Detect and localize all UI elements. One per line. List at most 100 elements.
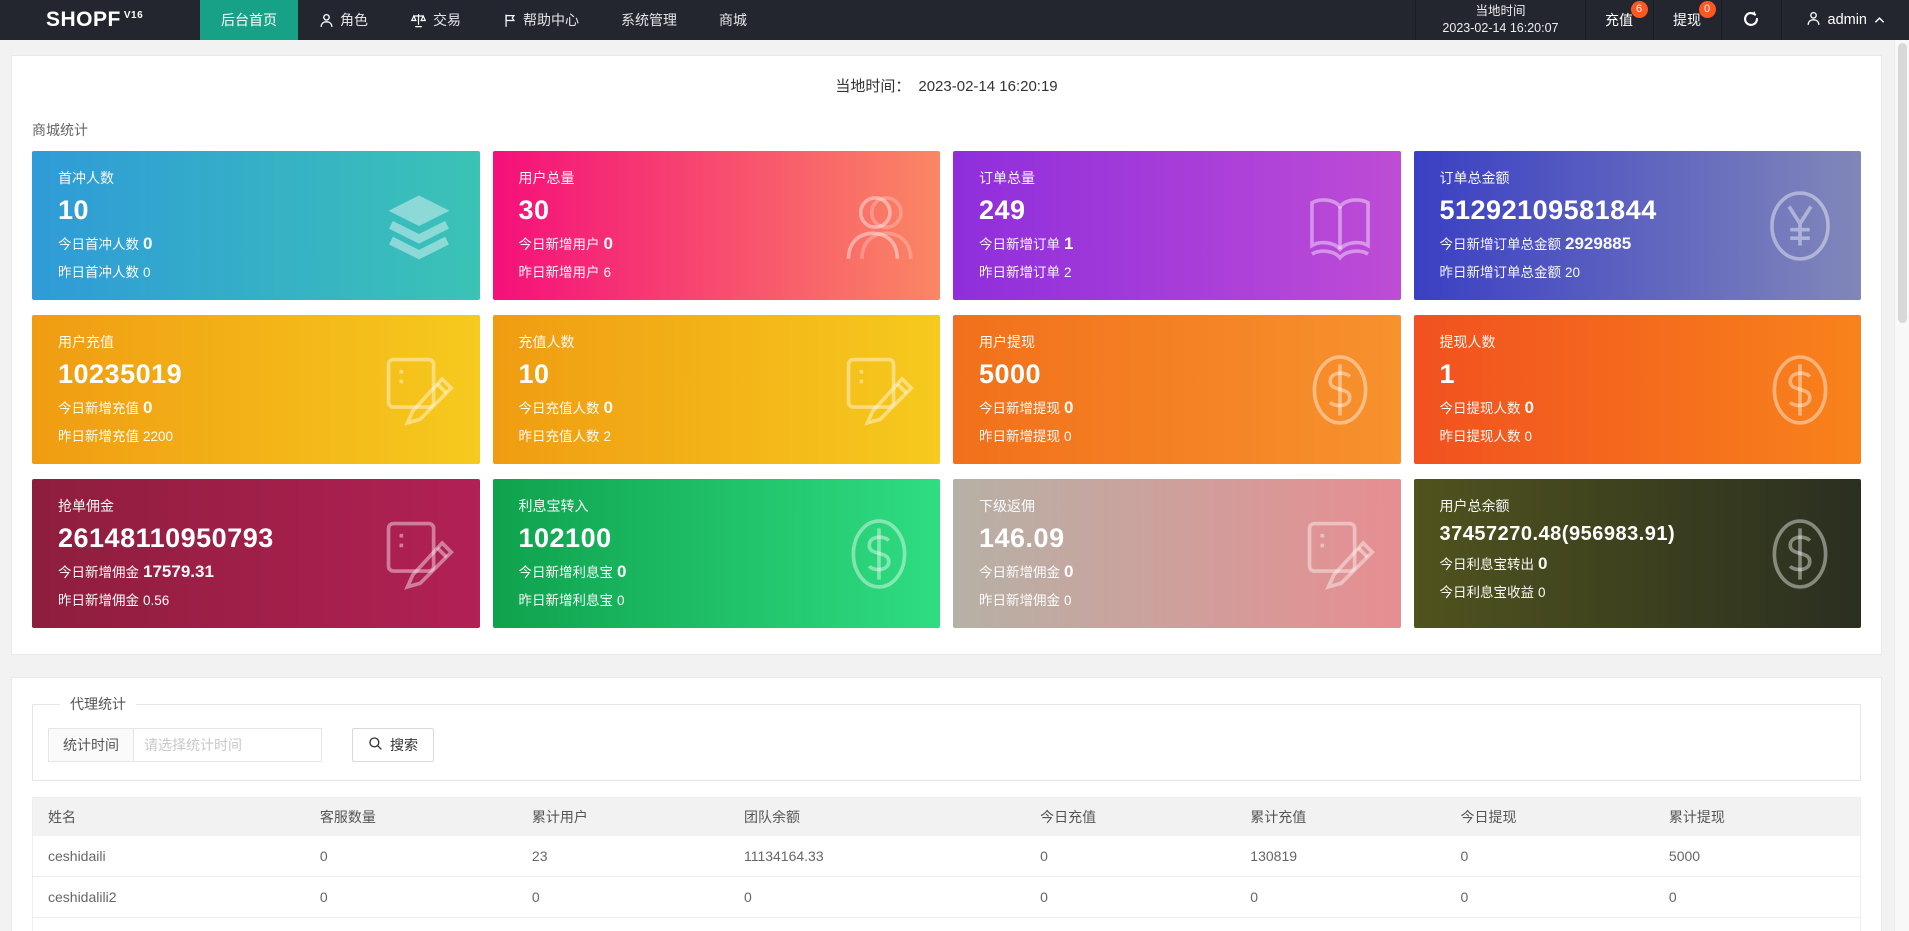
note-pencil-icon <box>380 515 458 593</box>
top-navbar: SHOPF V16 后台首页 角色 交易 帮助中心 系统管理 商城 当地时间 2023-02… <box>0 0 1909 40</box>
refresh-icon <box>1742 10 1760 31</box>
stat-card: 订单总量 249 今日新增订单 1 昨日新增订单 2 <box>953 151 1401 300</box>
agent-value-cell: 0 <box>304 917 517 931</box>
book-icon <box>1301 187 1379 265</box>
agent-value-cell: 0 <box>1445 917 1654 931</box>
stat-card-title: 订单总金额 <box>1439 170 1510 186</box>
page-time-value: 2023-02-14 16:20:19 <box>918 78 1058 95</box>
search-icon <box>368 736 383 754</box>
local-time-label: 当地时间 <box>1475 4 1526 18</box>
stat-card: 首冲人数 10 今日首冲人数 0 昨日首冲人数 0 <box>32 151 480 300</box>
stat-card-title: 抢单佣金 <box>58 498 114 514</box>
stat-card: 下级返佣 146.09 今日新增佣金 0 昨日新增佣金 0 <box>953 479 1401 628</box>
stat-card: 提现人数 1 今日提现人数 0 昨日提现人数 0 <box>1413 315 1861 464</box>
agent-value-cell: 0 <box>304 876 517 918</box>
stat-card-title: 用户总余额 <box>1439 498 1510 514</box>
dollar-circle-icon <box>1761 515 1839 593</box>
agent-name-cell: ceshidaili <box>32 836 305 877</box>
stat-card-title: 提现人数 <box>1439 334 1496 350</box>
stat-card: 用户总余额 37457270.48(956983.91) 今日利息宝转出 0 今日利息宝… <box>1413 479 1861 628</box>
navbar-right: 当地时间 2023-02-14 16:20:07 充值 6 提现 0 admin <box>1415 0 1909 40</box>
agent-value-cell: 0 <box>728 876 1026 918</box>
page-time-label: 当地时间： <box>835 78 911 95</box>
agent-value-cell: 0 <box>1235 917 1446 931</box>
nav-tab-help[interactable]: 帮助中心 <box>482 0 600 40</box>
recharge-badge: 6 <box>1630 1 1648 18</box>
scrollbar-thumb[interactable] <box>1898 43 1907 323</box>
dollar-circle-icon <box>1761 351 1839 429</box>
stat-card-title: 订单总量 <box>979 170 1035 186</box>
agent-value-cell: 0 <box>1445 836 1654 877</box>
agent-value-cell: 0 <box>1653 917 1861 931</box>
agent-value-cell: 0 <box>1653 876 1861 918</box>
agent-value-cell: 23 <box>516 836 729 877</box>
withdraw-label: 提现 <box>1673 12 1701 28</box>
agent-stats-panel: 代理统计 统计时间 搜索 姓名客服数量累计用户团队余额今日充值累计充值今日提现累… <box>11 677 1882 931</box>
recharge-button[interactable]: 充值 6 <box>1586 0 1654 40</box>
person-icon <box>319 13 334 28</box>
agent-value-cell: 0 <box>1235 876 1446 918</box>
stat-card: 订单总金额 51292109581844 今日新增订单总金额 2929885 昨日新增订… <box>1413 151 1861 300</box>
agent-stats-legend: 代理统计 <box>70 696 126 712</box>
agent-name-cell: ceshidalili2 <box>32 876 305 918</box>
agent-stats-fieldset: 代理统计 统计时间 搜索 <box>32 694 1861 781</box>
user-menu[interactable]: admin <box>1782 0 1909 40</box>
nav-tab-trade[interactable]: 交易 <box>389 0 482 40</box>
stat-card: 利息宝转入 102100 今日新增利息宝 0 昨日新增利息宝 0 <box>492 479 940 628</box>
agent-table-header: 团队余额 <box>728 797 1026 836</box>
navbar-local-time: 当地时间 2023-02-14 16:20:07 <box>1415 0 1586 40</box>
agent-value-cell: 0 <box>728 917 1026 931</box>
agent-value-cell: 0 <box>516 917 729 931</box>
agent-filter-row: 统计时间 搜索 <box>48 728 1845 762</box>
agent-table-header: 今日提现 <box>1445 797 1654 836</box>
nav-tab-mall[interactable]: 商城 <box>698 0 768 40</box>
agent-value-cell: 11134164.33 <box>728 836 1026 877</box>
agent-value-cell: 0 <box>1445 876 1654 918</box>
agent-table-header: 累计用户 <box>516 797 729 836</box>
stat-card: 充值人数 10 今日充值人数 0 昨日充值人数 2 <box>492 315 940 464</box>
dollar-circle-icon <box>840 515 918 593</box>
agent-table-row: a000010000000 <box>32 917 1861 931</box>
nav-tab-label: 系统管理 <box>621 12 677 28</box>
stat-card-title: 用户提现 <box>979 334 1035 350</box>
refresh-button[interactable] <box>1722 0 1782 40</box>
note-pencil-icon <box>840 351 918 429</box>
agent-value-cell: 0 <box>1025 917 1236 931</box>
nav-tab-system[interactable]: 系统管理 <box>600 0 698 40</box>
agent-value-cell: 0 <box>1025 876 1236 918</box>
stat-card: 用户总量 30 今日新增用户 0 昨日新增用户 6 <box>492 151 940 300</box>
withdraw-button[interactable]: 提现 0 <box>1654 0 1722 40</box>
flag-icon <box>503 13 517 28</box>
agent-table-header: 累计提现 <box>1653 797 1861 836</box>
agent-value-cell: 0 <box>304 836 517 877</box>
agent-table: 姓名 客服数量 累计用户 团队余额 今日充值 累计充值 今日提现 累计提现 ceshidail… <box>32 797 1861 931</box>
dollar-circle-icon <box>1301 351 1379 429</box>
stat-card: 用户充值 10235019 今日新增充值 0 昨日新增充值 2200 <box>32 315 480 464</box>
stat-card: 用户提现 5000 今日新增提现 0 昨日新增提现 0 <box>953 315 1401 464</box>
yen-circle-icon <box>1761 187 1839 265</box>
mall-stats-panel: 当地时间： 2023-02-14 16:20:19 商城统计 首冲人数 10 今日首冲… <box>11 55 1882 655</box>
agent-name-cell: a00001 <box>32 917 305 931</box>
chevron-up-icon <box>1874 12 1885 28</box>
scales-icon <box>410 13 427 28</box>
app-logo: SHOPF V16 <box>0 0 200 40</box>
agent-table-header: 客服数量 <box>304 797 517 836</box>
main-menu: 后台首页 角色 交易 帮助中心 系统管理 商城 <box>200 0 768 40</box>
note-pencil-icon <box>380 351 458 429</box>
nav-tab-roles[interactable]: 角色 <box>298 0 389 40</box>
agent-table-header: 今日充值 <box>1025 797 1236 836</box>
agent-table-header: 姓名 <box>32 797 305 836</box>
agent-table-row: ceshidaili 0 23 11134164.33 0 130819 0 5000 <box>32 836 1861 877</box>
page-scrollbar[interactable] <box>1894 40 1909 931</box>
withdraw-badge: 0 <box>1698 1 1716 18</box>
recharge-label: 充值 <box>1605 12 1633 28</box>
search-label: 搜索 <box>390 737 418 753</box>
nav-tab-label: 帮助中心 <box>523 12 579 28</box>
note-pencil-icon <box>1301 515 1379 593</box>
section-title-mall-stats: 商城统计 <box>32 122 88 138</box>
nav-tab-home[interactable]: 后台首页 <box>200 0 298 40</box>
search-button[interactable]: 搜索 <box>352 728 434 762</box>
stat-card: 抢单佣金 26148110950793 今日新增佣金 17579.31 昨日新增佣金 0.… <box>32 479 480 628</box>
stat-time-input[interactable] <box>134 728 322 762</box>
stat-card-title: 用户总量 <box>518 170 575 186</box>
